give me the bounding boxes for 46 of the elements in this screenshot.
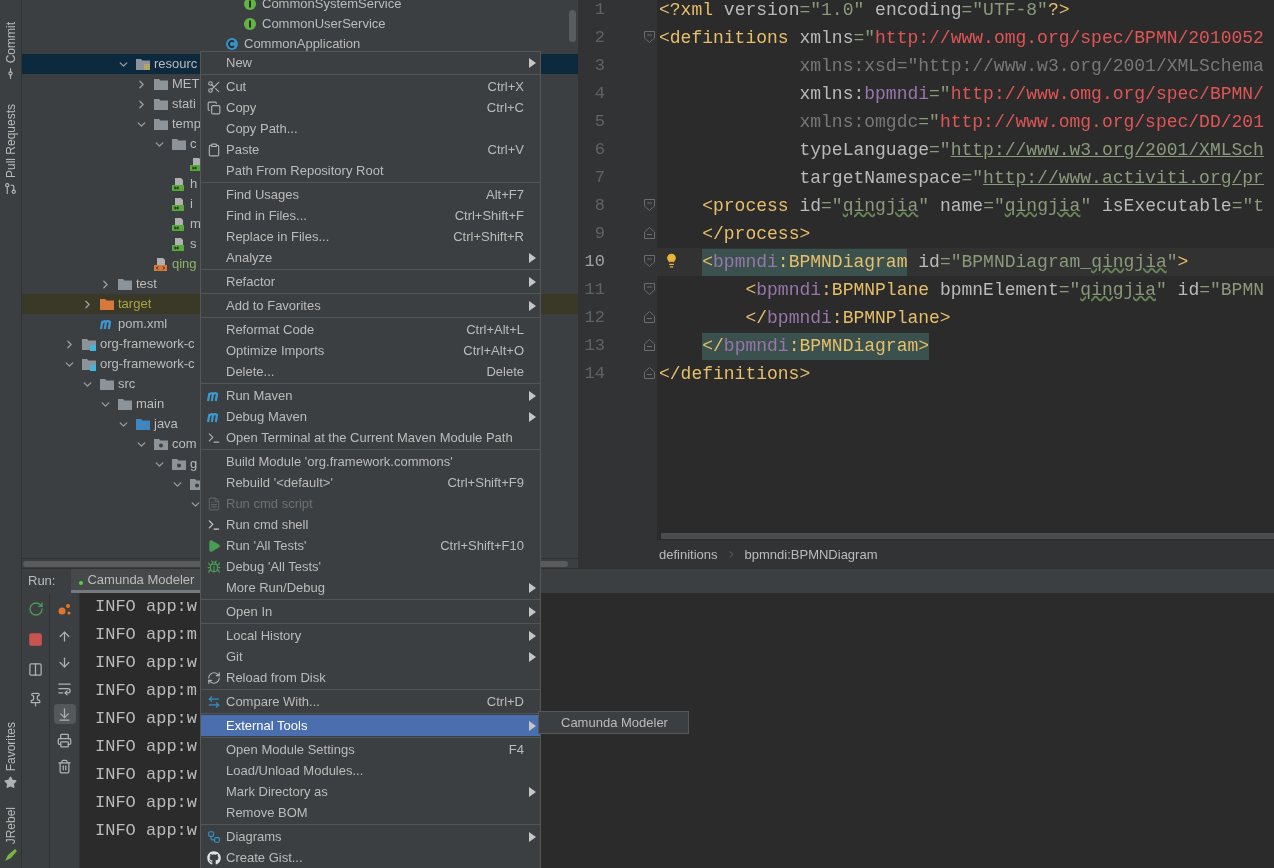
console-line: INFO app:w (95, 764, 198, 786)
file-name: h (190, 175, 198, 194)
file-name: g (190, 455, 198, 474)
file-name: CommonApplication (244, 35, 361, 54)
file-name: main (136, 395, 165, 414)
code-line: </bpmndi:BPMNDiagram> (657, 332, 1274, 360)
file-name: CommonUserService (262, 15, 386, 34)
code-line: </definitions> (658, 362, 812, 386)
file-name: temp (172, 115, 201, 134)
console-line: INFO app:w (95, 792, 198, 814)
code-line: </bpmndi:BPMNPlane> (744, 306, 952, 330)
file-name: org-framework-c (100, 335, 195, 354)
code-line: <process id="qingjia" name="qingjia" isExecutable="t (701, 194, 1266, 218)
console-line: INFO app:w (95, 736, 198, 758)
line-number: 10 (583, 251, 605, 274)
panel-label: Run: (28, 572, 56, 591)
code-line: <bpmndi:BPMNPlane bpmnElement="qingjia" id="BPMN (744, 278, 1265, 302)
code-line: xmlns:bpmndi="http://www.omg.org/spec/BPMN/ (798, 82, 1265, 106)
code-line: <?xml version="1.0" encoding="UTF-8"?> (658, 0, 1071, 22)
file-name: org-framework-c (100, 355, 195, 374)
console-line: INFO app:m (95, 680, 198, 702)
file-name: MET (172, 75, 200, 94)
file-name: m (190, 215, 201, 234)
console-line: INFO app:w (95, 652, 198, 674)
code-line: <definitions xmlns="http://www.omg.org/spec/BPMN/2010052 (658, 26, 1265, 50)
console-line: INFO app:w (95, 708, 198, 730)
console-line: INFO app:w (95, 596, 198, 618)
console-line: INFO app:m (95, 624, 198, 646)
file-name: c (190, 135, 197, 154)
console-line: INFO app:w (95, 820, 198, 842)
code-line: targetNamespace="http://www.activiti.org/pr (798, 166, 1265, 190)
file-name: resourc (154, 55, 198, 74)
file-name: com (172, 435, 197, 454)
file-name: i (190, 195, 193, 214)
file-name: src (118, 375, 136, 394)
code-line: typeLanguage="http://www.w3.org/2001/XMLSch (798, 138, 1265, 162)
code-line: xmlns:omgdc="http://www.omg.org/spec/DD/201 (798, 110, 1265, 134)
file-name: s (190, 235, 197, 254)
file-name: stati (172, 95, 196, 114)
file-name: test (136, 275, 157, 294)
file-name: qing (172, 255, 197, 274)
file-name: pom.xml (118, 315, 168, 334)
code-line: xmlns:xsd="http://www.w3.org/2001/XMLSchema (798, 54, 1265, 78)
file-name: java (154, 415, 178, 434)
code-line: </process> (701, 222, 812, 246)
file-name: target (118, 295, 152, 314)
